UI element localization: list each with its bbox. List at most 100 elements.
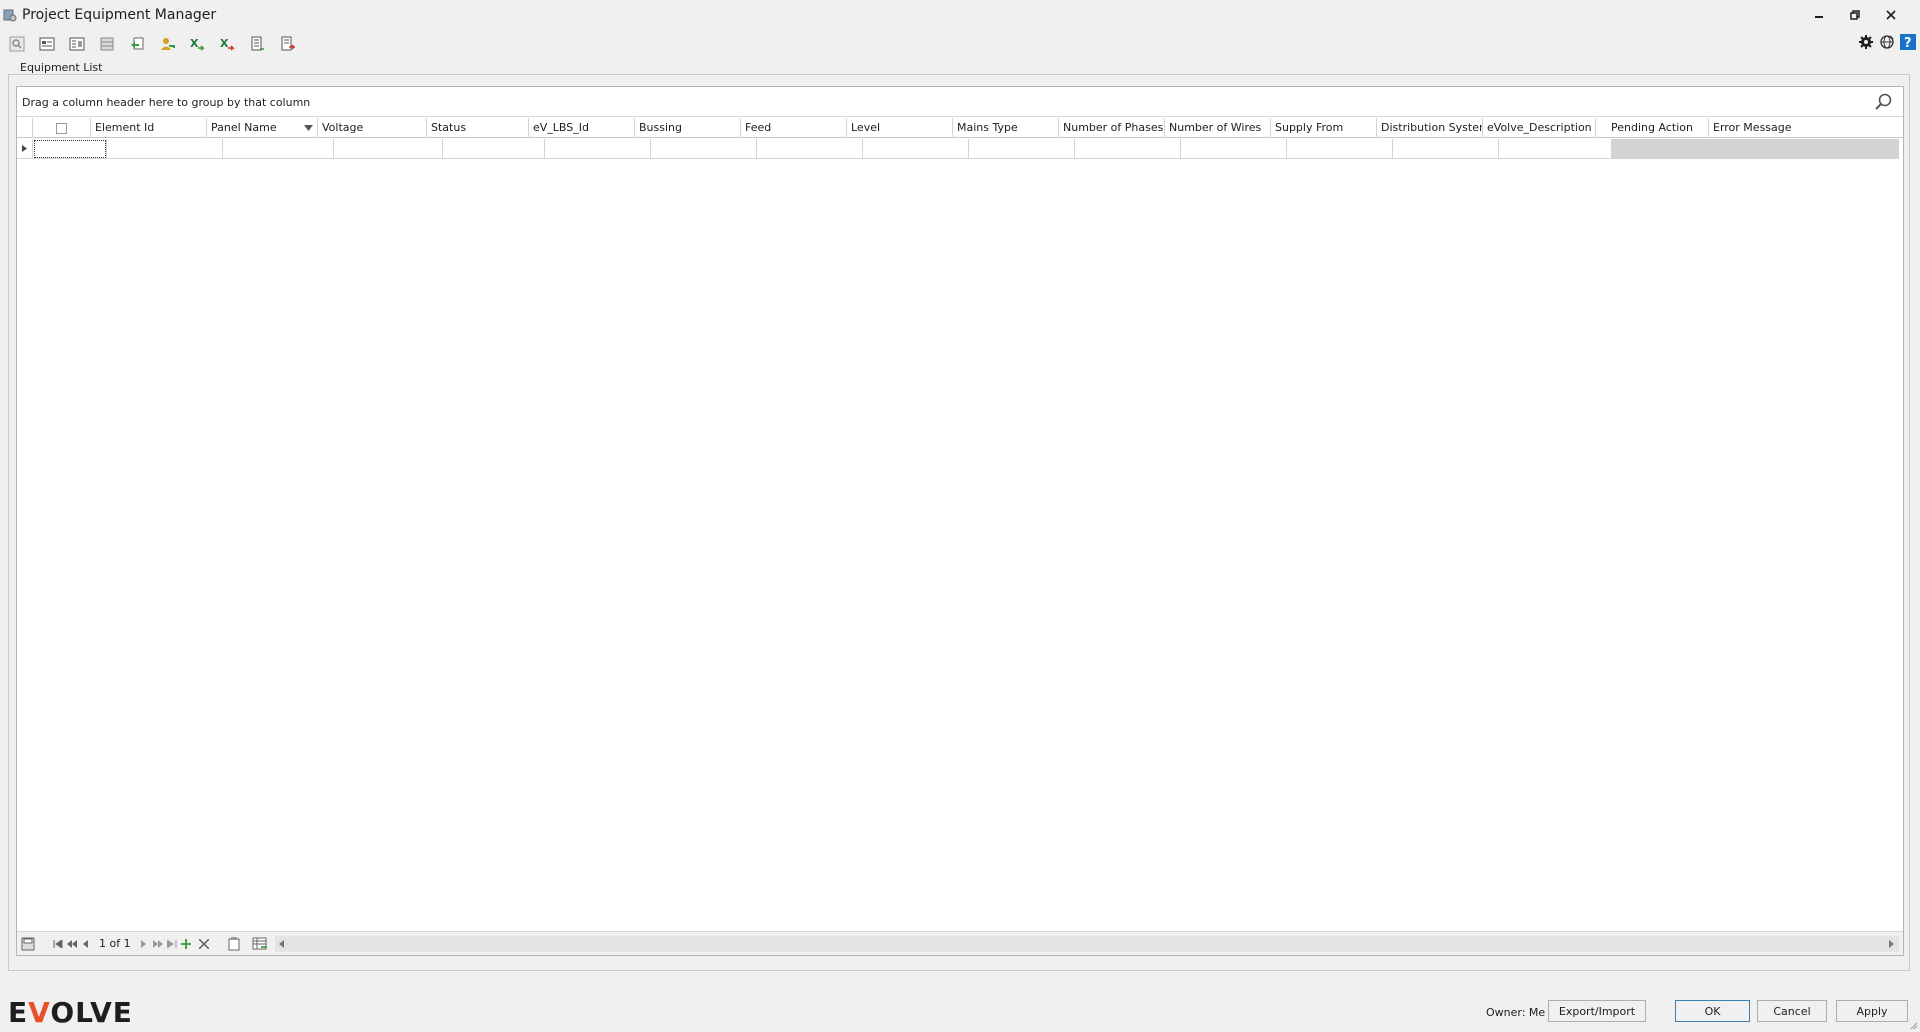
- column-header-pending-action[interactable]: Pending Action: [1596, 118, 1709, 138]
- add-icon: [180, 938, 191, 949]
- next-page-button[interactable]: [151, 936, 165, 952]
- ev-lbs-id-cell[interactable]: [545, 139, 651, 159]
- group-by-hint: Drag a column header here to group by th…: [22, 96, 311, 109]
- cancel-button[interactable]: Cancel: [1757, 1000, 1827, 1022]
- previous-page-icon: [67, 939, 77, 948]
- close-icon: [1886, 10, 1896, 20]
- ok-button[interactable]: OK: [1675, 1000, 1750, 1022]
- table-icon: [100, 37, 114, 51]
- level-cell[interactable]: [863, 139, 969, 159]
- last-record-button[interactable]: [165, 936, 179, 952]
- mains-type-cell[interactable]: [969, 139, 1075, 159]
- column-header-status[interactable]: Status: [427, 118, 529, 138]
- previous-icon: [83, 939, 88, 948]
- apply-button[interactable]: Apply: [1836, 1000, 1908, 1022]
- error-message-cell: [1725, 139, 1899, 159]
- resize-grip-icon[interactable]: [1908, 1020, 1918, 1030]
- supply-from-cell[interactable]: [1287, 139, 1393, 159]
- form-view-button[interactable]: [34, 33, 60, 55]
- distribution-system-cell[interactable]: [1393, 139, 1499, 159]
- table-view-button[interactable]: [94, 33, 120, 55]
- filter-dropdown-icon[interactable]: [304, 124, 313, 132]
- column-header-number-of-phases[interactable]: Number of Phases: [1059, 118, 1165, 138]
- equipment-grid[interactable]: Drag a column header here to group by th…: [16, 86, 1904, 956]
- scroll-right-icon[interactable]: [1889, 940, 1895, 948]
- previous-page-button[interactable]: [65, 936, 79, 952]
- svg-text:?: ?: [1904, 36, 1912, 51]
- globe-button[interactable]: [1877, 32, 1897, 52]
- number-of-wires-cell[interactable]: [1181, 139, 1287, 159]
- select-all-checkbox[interactable]: [56, 122, 67, 134]
- refresh-back-button[interactable]: [124, 33, 150, 55]
- select-all-header[interactable]: [33, 118, 91, 138]
- voltage-cell[interactable]: [334, 139, 443, 159]
- form-alt-view-button[interactable]: [64, 33, 90, 55]
- copy-button[interactable]: [225, 936, 243, 952]
- column-header-panel-name[interactable]: Panel Name: [207, 118, 318, 138]
- minimize-button[interactable]: [1804, 4, 1834, 26]
- help-button[interactable]: ?: [1898, 32, 1918, 52]
- evolve-description-cell[interactable]: [1499, 139, 1612, 159]
- user-key-button[interactable]: [154, 33, 180, 55]
- scroll-left-icon[interactable]: [279, 940, 285, 948]
- pending-action-cell: [1612, 139, 1725, 159]
- form-icon: [39, 37, 55, 51]
- column-header-distribution-system[interactable]: Distribution System: [1377, 118, 1483, 138]
- number-of-phases-cell[interactable]: [1075, 139, 1181, 159]
- column-header-number-of-wires[interactable]: Number of Wires: [1165, 118, 1271, 138]
- window-title: Project Equipment Manager: [22, 7, 217, 23]
- next-page-icon: [152, 939, 163, 948]
- column-header-bussing[interactable]: Bussing: [635, 118, 741, 138]
- new-item-row[interactable]: [17, 139, 1903, 159]
- logo-text: EVOLVE: [8, 996, 133, 1029]
- save-layout-button[interactable]: [19, 936, 37, 952]
- excel-import-button[interactable]: X: [184, 33, 210, 55]
- previous-record-button[interactable]: [79, 936, 93, 952]
- excel-export-icon: X: [220, 37, 235, 51]
- bussing-cell[interactable]: [651, 139, 757, 159]
- row-indicator: [17, 139, 33, 159]
- first-record-button[interactable]: [51, 936, 65, 952]
- column-header-mains-type[interactable]: Mains Type: [953, 118, 1059, 138]
- export-import-button[interactable]: Export/Import: [1548, 1000, 1646, 1022]
- column-header-supply-from[interactable]: Supply From: [1271, 118, 1377, 138]
- grid-export-icon: [252, 937, 267, 949]
- document-button[interactable]: [244, 33, 270, 55]
- column-header-voltage[interactable]: Voltage: [318, 118, 427, 138]
- delete-record-button[interactable]: [197, 936, 211, 952]
- excel-export-button[interactable]: X: [214, 33, 240, 55]
- select-cell[interactable]: [33, 139, 107, 159]
- clipboard-icon: [228, 936, 240, 950]
- project-equipment-manager-window: Project Equipment Manager X X ? Equipmen…: [0, 0, 1920, 1032]
- grid-export-button[interactable]: [251, 936, 269, 952]
- panel-name-cell[interactable]: [223, 139, 334, 159]
- find-panel-button[interactable]: [1873, 91, 1895, 113]
- row-pointer-icon: [22, 145, 27, 152]
- delete-icon: [198, 938, 209, 949]
- search-icon: [9, 36, 25, 52]
- column-header-evolve-description[interactable]: eVolve_Description: [1483, 118, 1596, 138]
- column-header-error-message[interactable]: Error Message: [1709, 118, 1883, 138]
- form-alt-icon: [69, 37, 85, 51]
- status-cell[interactable]: [443, 139, 545, 159]
- element-id-cell[interactable]: [107, 139, 223, 159]
- restore-button[interactable]: [1840, 4, 1870, 26]
- row-indicator-header: [17, 118, 33, 138]
- search-icon: [1875, 93, 1892, 110]
- column-header-ev-lbs-id[interactable]: eV_LBS_Id: [529, 118, 635, 138]
- column-header-row: Element Id Panel Name Voltage Status eV_…: [17, 118, 1903, 138]
- horizontal-scrollbar[interactable]: [275, 936, 1899, 952]
- next-record-button[interactable]: [137, 936, 151, 952]
- column-header-element-id[interactable]: Element Id: [91, 118, 207, 138]
- settings-button[interactable]: [1856, 32, 1876, 52]
- close-button[interactable]: [1876, 4, 1906, 26]
- last-icon: [166, 939, 177, 948]
- feed-cell[interactable]: [757, 139, 863, 159]
- restore-icon: [1850, 10, 1860, 20]
- search-toolbar-button[interactable]: [4, 33, 30, 55]
- group-by-panel[interactable]: Drag a column header here to group by th…: [17, 87, 1903, 117]
- add-record-button[interactable]: [179, 936, 193, 952]
- pdf-button[interactable]: [274, 33, 300, 55]
- column-header-level[interactable]: Level: [847, 118, 953, 138]
- column-header-feed[interactable]: Feed: [741, 118, 847, 138]
